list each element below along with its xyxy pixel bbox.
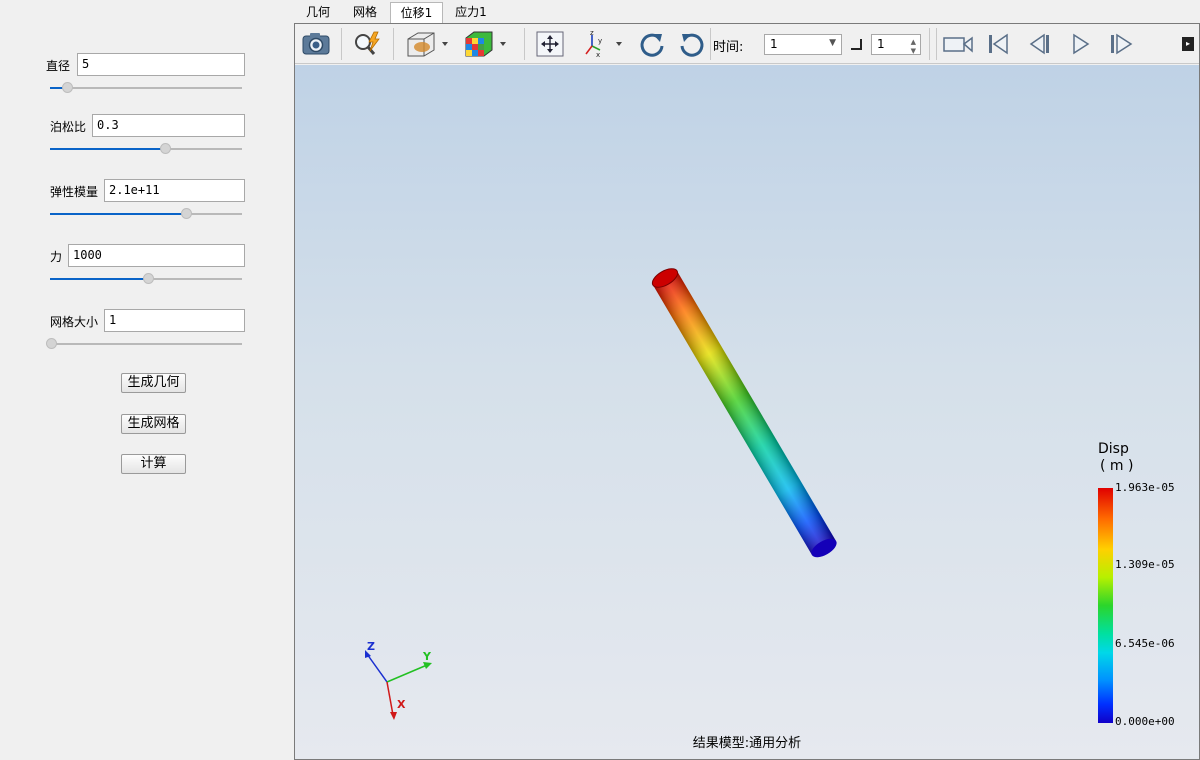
record-video-icon[interactable]	[941, 28, 975, 60]
poisson-slider[interactable]	[50, 143, 242, 155]
legend-unit: ( m )	[1100, 458, 1134, 474]
diameter-slider[interactable]	[50, 82, 242, 94]
result-frame: zyx 时间: 1 ▼ 1 ▲ ▼ ▸ Z Y X Disp (m) 1.9…	[294, 23, 1200, 760]
legend-tick-min: 0.000e+00	[1115, 715, 1175, 728]
modulus-input[interactable]: 2.1e+11	[104, 179, 245, 202]
slider-handle[interactable]	[181, 208, 192, 219]
svg-text:z: z	[590, 30, 594, 37]
legend-tick-high: 1.309e-05	[1115, 558, 1175, 571]
slider-handle[interactable]	[62, 82, 73, 93]
tab-stress[interactable]: 应力1	[447, 2, 495, 24]
toolbar: zyx 时间: 1 ▼ 1 ▲ ▼ ▸	[295, 24, 1199, 64]
zoom-icon[interactable]	[350, 28, 384, 60]
triad-y-label: Y	[422, 650, 432, 663]
rotate-cw-icon[interactable]	[635, 28, 669, 60]
time-select-value: 1	[770, 37, 778, 51]
tab-geometry[interactable]: 几何	[297, 2, 339, 24]
first-frame-icon[interactable]	[983, 28, 1013, 60]
poisson-label: 泊松比	[50, 120, 87, 134]
force-label: 力	[50, 250, 63, 264]
axes-icon[interactable]: zyx	[577, 28, 625, 60]
svg-text:x: x	[596, 51, 600, 58]
fit-view-icon[interactable]	[533, 28, 567, 60]
triad-z-label: Z	[367, 640, 375, 653]
chevron-down-icon: ▼	[829, 38, 836, 48]
mesh-size-label: 网格大小	[50, 315, 99, 329]
color-scale-bar	[1098, 488, 1113, 723]
step-marker-icon	[851, 39, 862, 50]
compute-button[interactable]: 计算	[121, 454, 186, 474]
next-frame-icon[interactable]	[1105, 28, 1137, 60]
time-label: 时间:	[713, 40, 744, 55]
tab-displacement[interactable]: 位移1	[390, 2, 443, 24]
legend-tick-mid: 6.545e-06	[1115, 637, 1175, 650]
svg-text:y: y	[598, 37, 602, 45]
force-input[interactable]: 1000	[68, 244, 245, 267]
mesh-size-slider[interactable]	[46, 338, 242, 350]
section-view-icon[interactable]	[403, 28, 451, 60]
step-spinbox[interactable]: 1 ▲ ▼	[871, 34, 921, 55]
generate-geometry-button[interactable]: 生成几何	[121, 373, 186, 393]
slider-handle[interactable]	[143, 273, 154, 284]
beam-shading	[653, 271, 836, 555]
spin-down-icon[interactable]: ▼	[911, 42, 916, 61]
legend-title: Disp	[1098, 441, 1129, 457]
step-value: 1	[877, 37, 885, 51]
slider-handle[interactable]	[46, 338, 57, 349]
triad-x-label: X	[397, 698, 406, 711]
slider-handle[interactable]	[160, 143, 171, 154]
camera-icon[interactable]	[299, 28, 333, 60]
orientation-triad: Z Y X	[365, 640, 432, 720]
legend-tick-max: 1.963e-05	[1115, 481, 1175, 494]
diameter-label: 直径	[46, 59, 71, 73]
rotate-ccw-icon[interactable]	[675, 28, 709, 60]
toolbar-overflow-icon[interactable]: ▸	[1182, 37, 1194, 51]
modulus-label: 弹性模量	[50, 185, 99, 199]
tab-mesh[interactable]: 网格	[344, 2, 386, 24]
color-cube-icon[interactable]	[461, 28, 509, 60]
generate-mesh-button[interactable]: 生成网格	[121, 414, 186, 434]
time-select[interactable]: 1 ▼	[764, 34, 842, 55]
render-viewport[interactable]: Z Y X Disp ( m ) 1.963e-05 1.309e-05 6.5…	[295, 65, 1199, 759]
force-slider[interactable]	[50, 273, 242, 285]
poisson-input[interactable]: 0.3	[92, 114, 245, 137]
modulus-slider[interactable]	[50, 208, 242, 220]
prev-frame-icon[interactable]	[1024, 28, 1054, 60]
mesh-size-input[interactable]: 1	[104, 309, 245, 332]
diameter-input[interactable]: 5	[77, 53, 245, 76]
result-model-status: 结果模型:通用分析	[692, 736, 802, 751]
play-icon[interactable]	[1065, 28, 1095, 60]
